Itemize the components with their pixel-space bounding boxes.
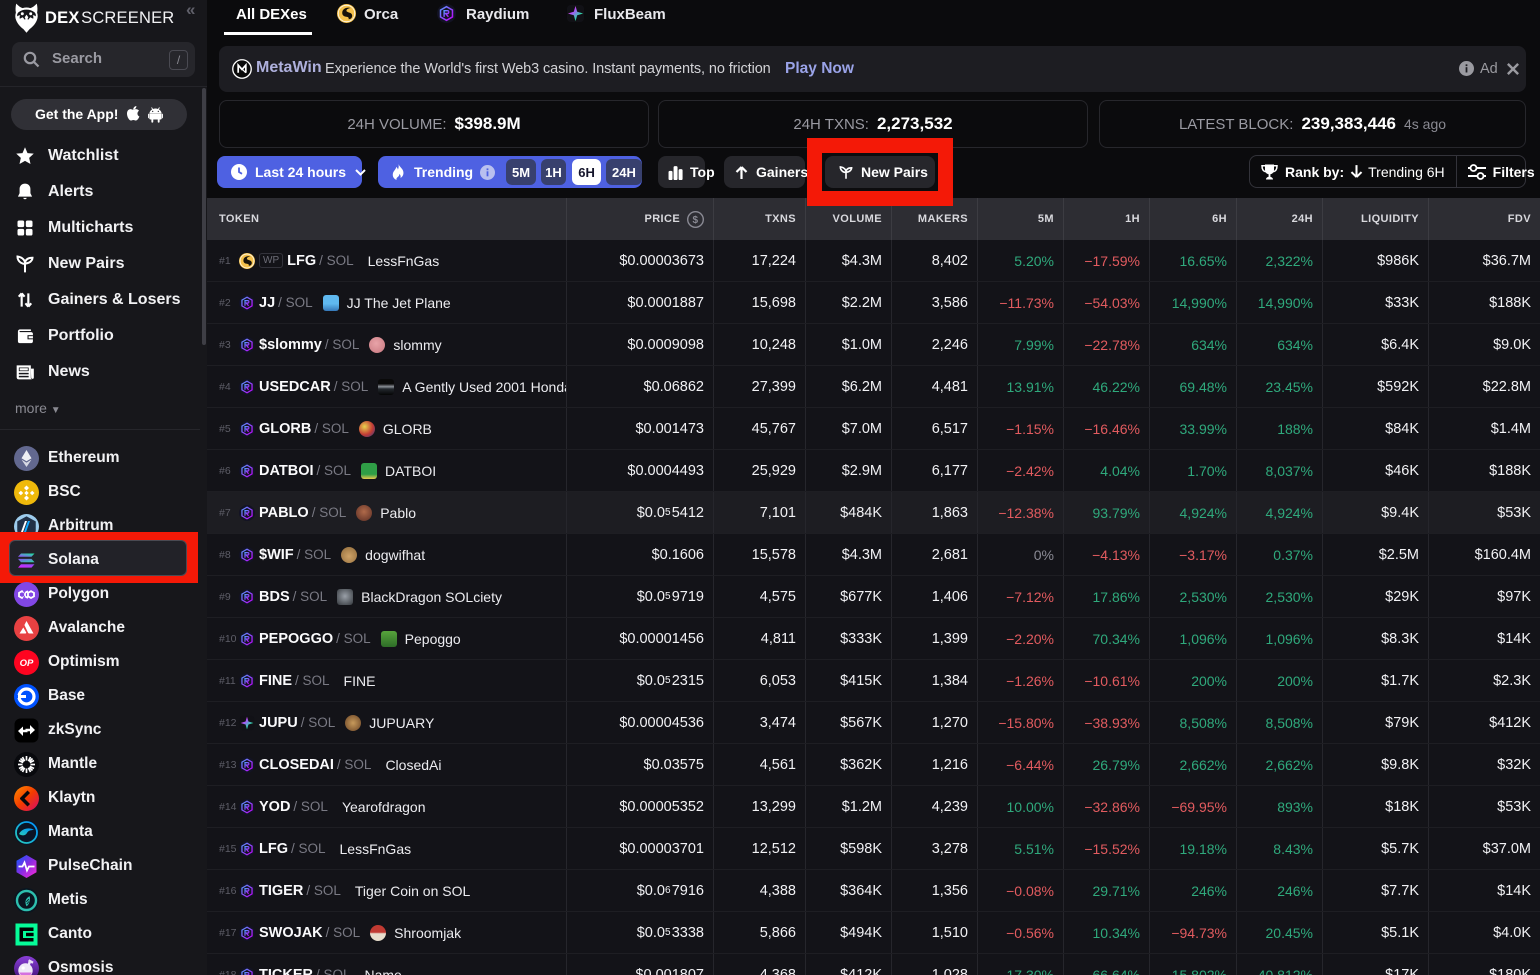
svg-text:OP: OP — [20, 658, 34, 669]
svg-text:$: $ — [693, 215, 699, 226]
